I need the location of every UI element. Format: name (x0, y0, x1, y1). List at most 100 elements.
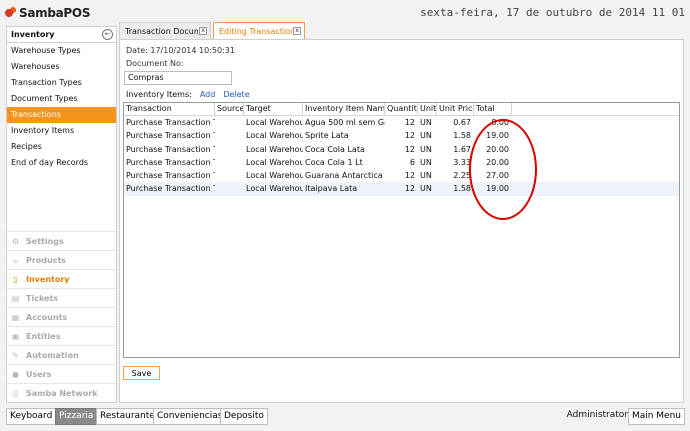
cell-target[interactable]: Local Warehouse (244, 143, 303, 156)
column-header-transaction[interactable]: Transaction (124, 103, 215, 115)
column-header-quantity[interactable]: Quantity (385, 103, 418, 115)
sidebar-item-transaction-types[interactable]: Transaction Types (7, 75, 116, 91)
cell-target[interactable]: Local Warehouse (244, 129, 303, 142)
cell-unit[interactable]: UN (418, 129, 437, 142)
cell-unit[interactable]: UN (418, 182, 437, 195)
cell-source[interactable] (215, 182, 244, 195)
cell-source[interactable] (215, 169, 244, 182)
cell-quantity[interactable]: 12 (385, 169, 418, 182)
cell-transaction[interactable]: Purchase Transaction Type (124, 182, 215, 195)
cell-unit-price[interactable]: 2.25 (437, 169, 474, 182)
column-header-inventory-item-name[interactable]: Inventory Item Name (303, 103, 385, 115)
document-no-input[interactable]: Compras (124, 71, 232, 85)
cell-target[interactable]: Local Warehouse (244, 156, 303, 169)
nav-inventory[interactable]: ▯ Inventory (7, 269, 116, 288)
column-header-unit[interactable]: Unit (418, 103, 437, 115)
table-row[interactable]: Purchase Transaction Type Local Warehouse… (124, 156, 679, 169)
column-header-unit-price[interactable]: Unit Price (437, 103, 474, 115)
cell-source[interactable] (215, 156, 244, 169)
table-row[interactable]: Purchase Transaction Type Local Warehouse… (124, 129, 679, 142)
delete-link[interactable]: Delete (223, 90, 249, 99)
nav-samba-network[interactable]: ◎ Samba Network (7, 383, 116, 402)
cell-source[interactable] (215, 116, 244, 129)
cell-target[interactable]: Local Warehouse (244, 169, 303, 182)
back-arrow-icon[interactable]: ← (102, 29, 113, 40)
cell-transaction[interactable]: Purchase Transaction Type (124, 116, 215, 129)
close-icon[interactable]: x (293, 27, 301, 35)
cell-unit[interactable]: UN (418, 116, 437, 129)
sidebar-item-inventory-items[interactable]: Inventory Items (7, 123, 116, 139)
footer-keyboard-button[interactable]: Keyboard (6, 408, 57, 425)
table-row[interactable]: Purchase Transaction Type Local Warehouse… (124, 182, 679, 196)
cell-filler (512, 129, 679, 142)
cell-inventory-item-name[interactable]: Coca Cola 1 Lt (303, 156, 385, 169)
sidebar-item-transactions[interactable]: Transactions (7, 107, 116, 123)
column-header-source[interactable]: Source (215, 103, 244, 115)
nav-users[interactable]: ● Users (7, 364, 116, 383)
cell-unit-price[interactable]: 3.33 (437, 156, 474, 169)
cell-transaction[interactable]: Purchase Transaction Type (124, 129, 215, 142)
tab-transaction-documents[interactable]: Transaction Documen x (119, 22, 211, 39)
close-icon[interactable]: x (199, 27, 207, 35)
cell-unit[interactable]: UN (418, 143, 437, 156)
cell-unit[interactable]: UN (418, 156, 437, 169)
sidebar-item-document-types[interactable]: Document Types (7, 91, 116, 107)
cell-unit[interactable]: UN (418, 169, 437, 182)
cell-quantity[interactable]: 12 (385, 116, 418, 129)
table-row[interactable]: Purchase Transaction Type Local Warehouse… (124, 116, 679, 129)
table-row[interactable]: Purchase Transaction Type Local Warehouse… (124, 169, 679, 182)
cell-transaction[interactable]: Purchase Transaction Type (124, 143, 215, 156)
cell-transaction[interactable]: Purchase Transaction Type (124, 156, 215, 169)
cell-unit-price[interactable]: 1.67 (437, 143, 474, 156)
nav-automation[interactable]: ✎ Automation (7, 345, 116, 364)
cell-unit-price[interactable]: 1.58 (437, 182, 474, 195)
tab-editing-transaction-document[interactable]: Editing Transaction D x (213, 22, 305, 39)
cell-total[interactable]: 20.00 (474, 143, 512, 156)
footer-bar: Keyboard Pizzaria Restaurante Convenienc… (0, 406, 690, 427)
sidebar-item-warehouses[interactable]: Warehouses (7, 59, 116, 75)
nav-settings[interactable]: ⚙ Settings (7, 231, 116, 250)
cell-inventory-item-name[interactable]: Agua 500 ml sem Gas (303, 116, 385, 129)
sidebar-item-warehouse-types[interactable]: Warehouse Types (7, 43, 116, 59)
footer-restaurante-button[interactable]: Restaurante (96, 408, 159, 425)
cell-target[interactable]: Local Warehouse (244, 116, 303, 129)
cell-inventory-item-name[interactable]: Itaipava Lata (303, 182, 385, 195)
cell-quantity[interactable]: 12 (385, 143, 418, 156)
cell-total[interactable]: 20.00 (474, 156, 512, 169)
sidebar-item-recipes[interactable]: Recipes (7, 139, 116, 155)
cell-inventory-item-name[interactable]: Coca Cola Lata (303, 143, 385, 156)
column-header-total[interactable]: Total (474, 103, 512, 115)
cell-total[interactable]: 19.00 (474, 182, 512, 195)
cell-total[interactable]: 27.00 (474, 169, 512, 182)
footer-deposito-button[interactable]: Deposito (220, 408, 268, 425)
nav-entities[interactable]: ▣ Entities (7, 326, 116, 345)
column-header-target[interactable]: Target (244, 103, 303, 115)
datetime-display: sexta-feira, 17 de outubro de 2014 11 01 (420, 6, 685, 19)
nav-accounts[interactable]: ▦ Accounts (7, 307, 116, 326)
sidebar-title: Inventory (11, 30, 55, 39)
inventory-items-grid[interactable]: Transaction Source Target Inventory Item… (123, 102, 680, 358)
main-menu-button[interactable]: Main Menu (627, 408, 685, 425)
footer-conveniencias-button[interactable]: Conveniencias (153, 408, 227, 425)
cell-unit-price[interactable]: 1.58 (437, 129, 474, 142)
save-button[interactable]: Save (123, 366, 160, 380)
nav-tickets[interactable]: ▤ Tickets (7, 288, 116, 307)
cell-quantity[interactable]: 12 (385, 129, 418, 142)
cell-inventory-item-name[interactable]: Guarana Antarctica 1 Lt (303, 169, 385, 182)
add-link[interactable]: Add (200, 90, 216, 99)
sidebar-item-end-of-day-records[interactable]: End of day Records (7, 155, 116, 171)
cell-source[interactable] (215, 143, 244, 156)
cell-target[interactable]: Local Warehouse (244, 182, 303, 195)
cell-source[interactable] (215, 129, 244, 142)
cell-unit-price[interactable]: 0.67 (437, 116, 474, 129)
cell-transaction[interactable]: Purchase Transaction Type (124, 169, 215, 182)
cell-total[interactable]: 8.00 (474, 116, 512, 129)
cell-inventory-item-name[interactable]: Sprite Lata (303, 129, 385, 142)
cell-quantity[interactable]: 12 (385, 182, 418, 195)
table-row[interactable]: Purchase Transaction Type Local Warehouse… (124, 143, 679, 156)
module-nav: ⚙ Settings ☕ Products ▯ Inventory ▤ Tickets … (7, 231, 116, 402)
footer-pizzaria-button[interactable]: Pizzaria (55, 408, 98, 425)
cell-total[interactable]: 19.00 (474, 129, 512, 142)
cell-quantity[interactable]: 6 (385, 156, 418, 169)
nav-products[interactable]: ☕ Products (7, 250, 116, 269)
